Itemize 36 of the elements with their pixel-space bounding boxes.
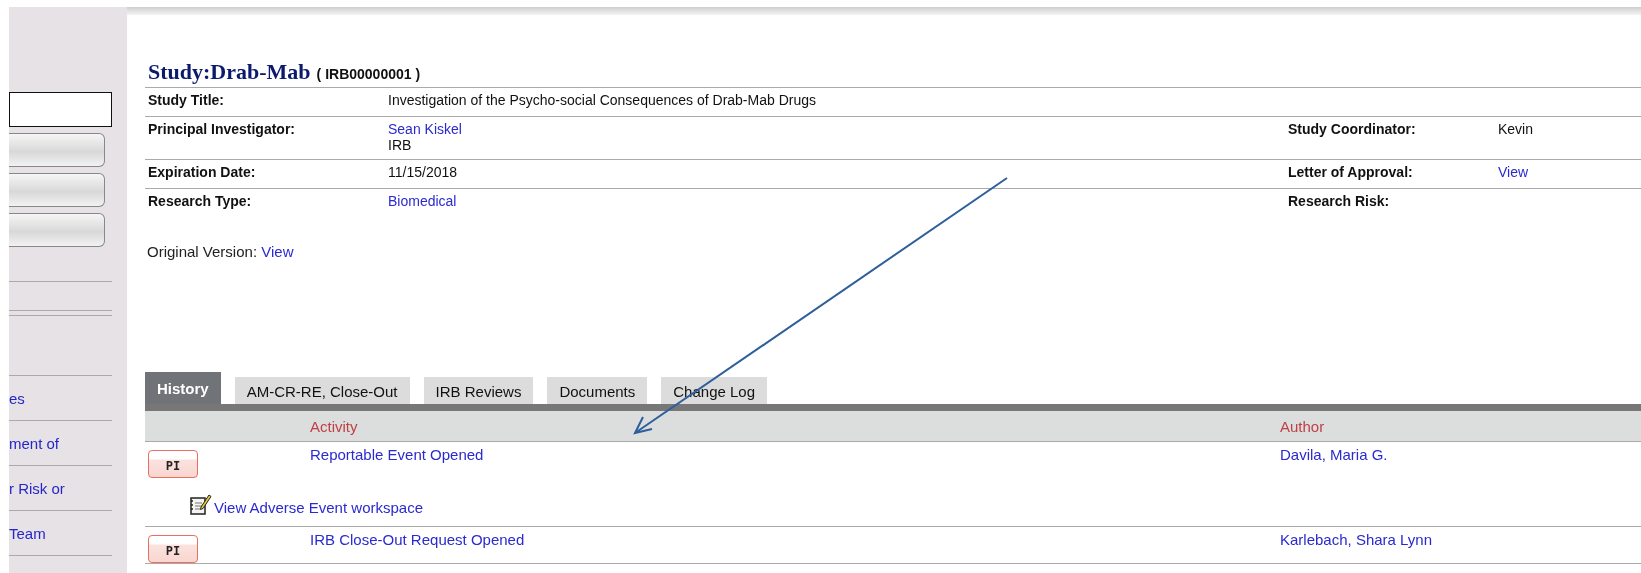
field-label: Study Title: (148, 92, 224, 108)
study-id: ( IRB00000001 ) (316, 66, 421, 82)
field-value: Kevin (1498, 121, 1534, 137)
sidebar-link[interactable]: ment of (9, 434, 60, 452)
field-link[interactable]: Sean Kiskel (388, 121, 1288, 137)
field-link[interactable]: Biomedical (388, 193, 1288, 209)
field-label: Expiration Date: (148, 164, 256, 180)
column-header: Author (1280, 417, 1325, 435)
sidebar-link[interactable]: r Risk or (9, 479, 65, 497)
sidebar-button[interactable] (9, 133, 105, 167)
sidebar-field[interactable] (9, 92, 112, 127)
field-value: IRB (388, 137, 413, 153)
author-link[interactable]: Karlebach, Shara Lynn (1280, 531, 1433, 548)
study-title: Study:Drab-Mab (148, 59, 311, 85)
author-link[interactable]: Davila, Maria G. (1280, 446, 1388, 463)
field-link[interactable]: View (1498, 164, 1529, 180)
field-label: Research Type: (148, 193, 252, 209)
sidebar-button[interactable] (9, 213, 105, 247)
notepad-pencil-icon (188, 492, 212, 516)
sidebar-button[interactable] (9, 173, 105, 207)
activity-link[interactable]: Reportable Event Opened (310, 446, 484, 463)
pi-badge: PI (148, 450, 198, 478)
activity-link[interactable]: IRB Close-Out Request Opened (310, 531, 525, 548)
field-value: 11/15/2018 (388, 164, 459, 180)
sidebar-link[interactable]: es (9, 389, 25, 407)
field-label: Original Version: (147, 243, 258, 260)
sidebar-link[interactable]: Team (9, 524, 46, 542)
field-value: Investigation of the Psycho-social Consequences of Drab-Mab Drugs (388, 92, 817, 108)
field-label: Principal Investigator: (148, 121, 296, 137)
pi-badge: PI (148, 535, 198, 563)
view-link[interactable]: View (261, 243, 294, 260)
field-label: Research Risk: (1288, 193, 1390, 209)
column-header: Activity (310, 417, 358, 435)
field-label: Study Coordinator: (1288, 121, 1416, 137)
field-label: Letter of Approval: (1288, 164, 1413, 180)
workspace-link[interactable]: View Adverse Event workspace (214, 499, 423, 516)
